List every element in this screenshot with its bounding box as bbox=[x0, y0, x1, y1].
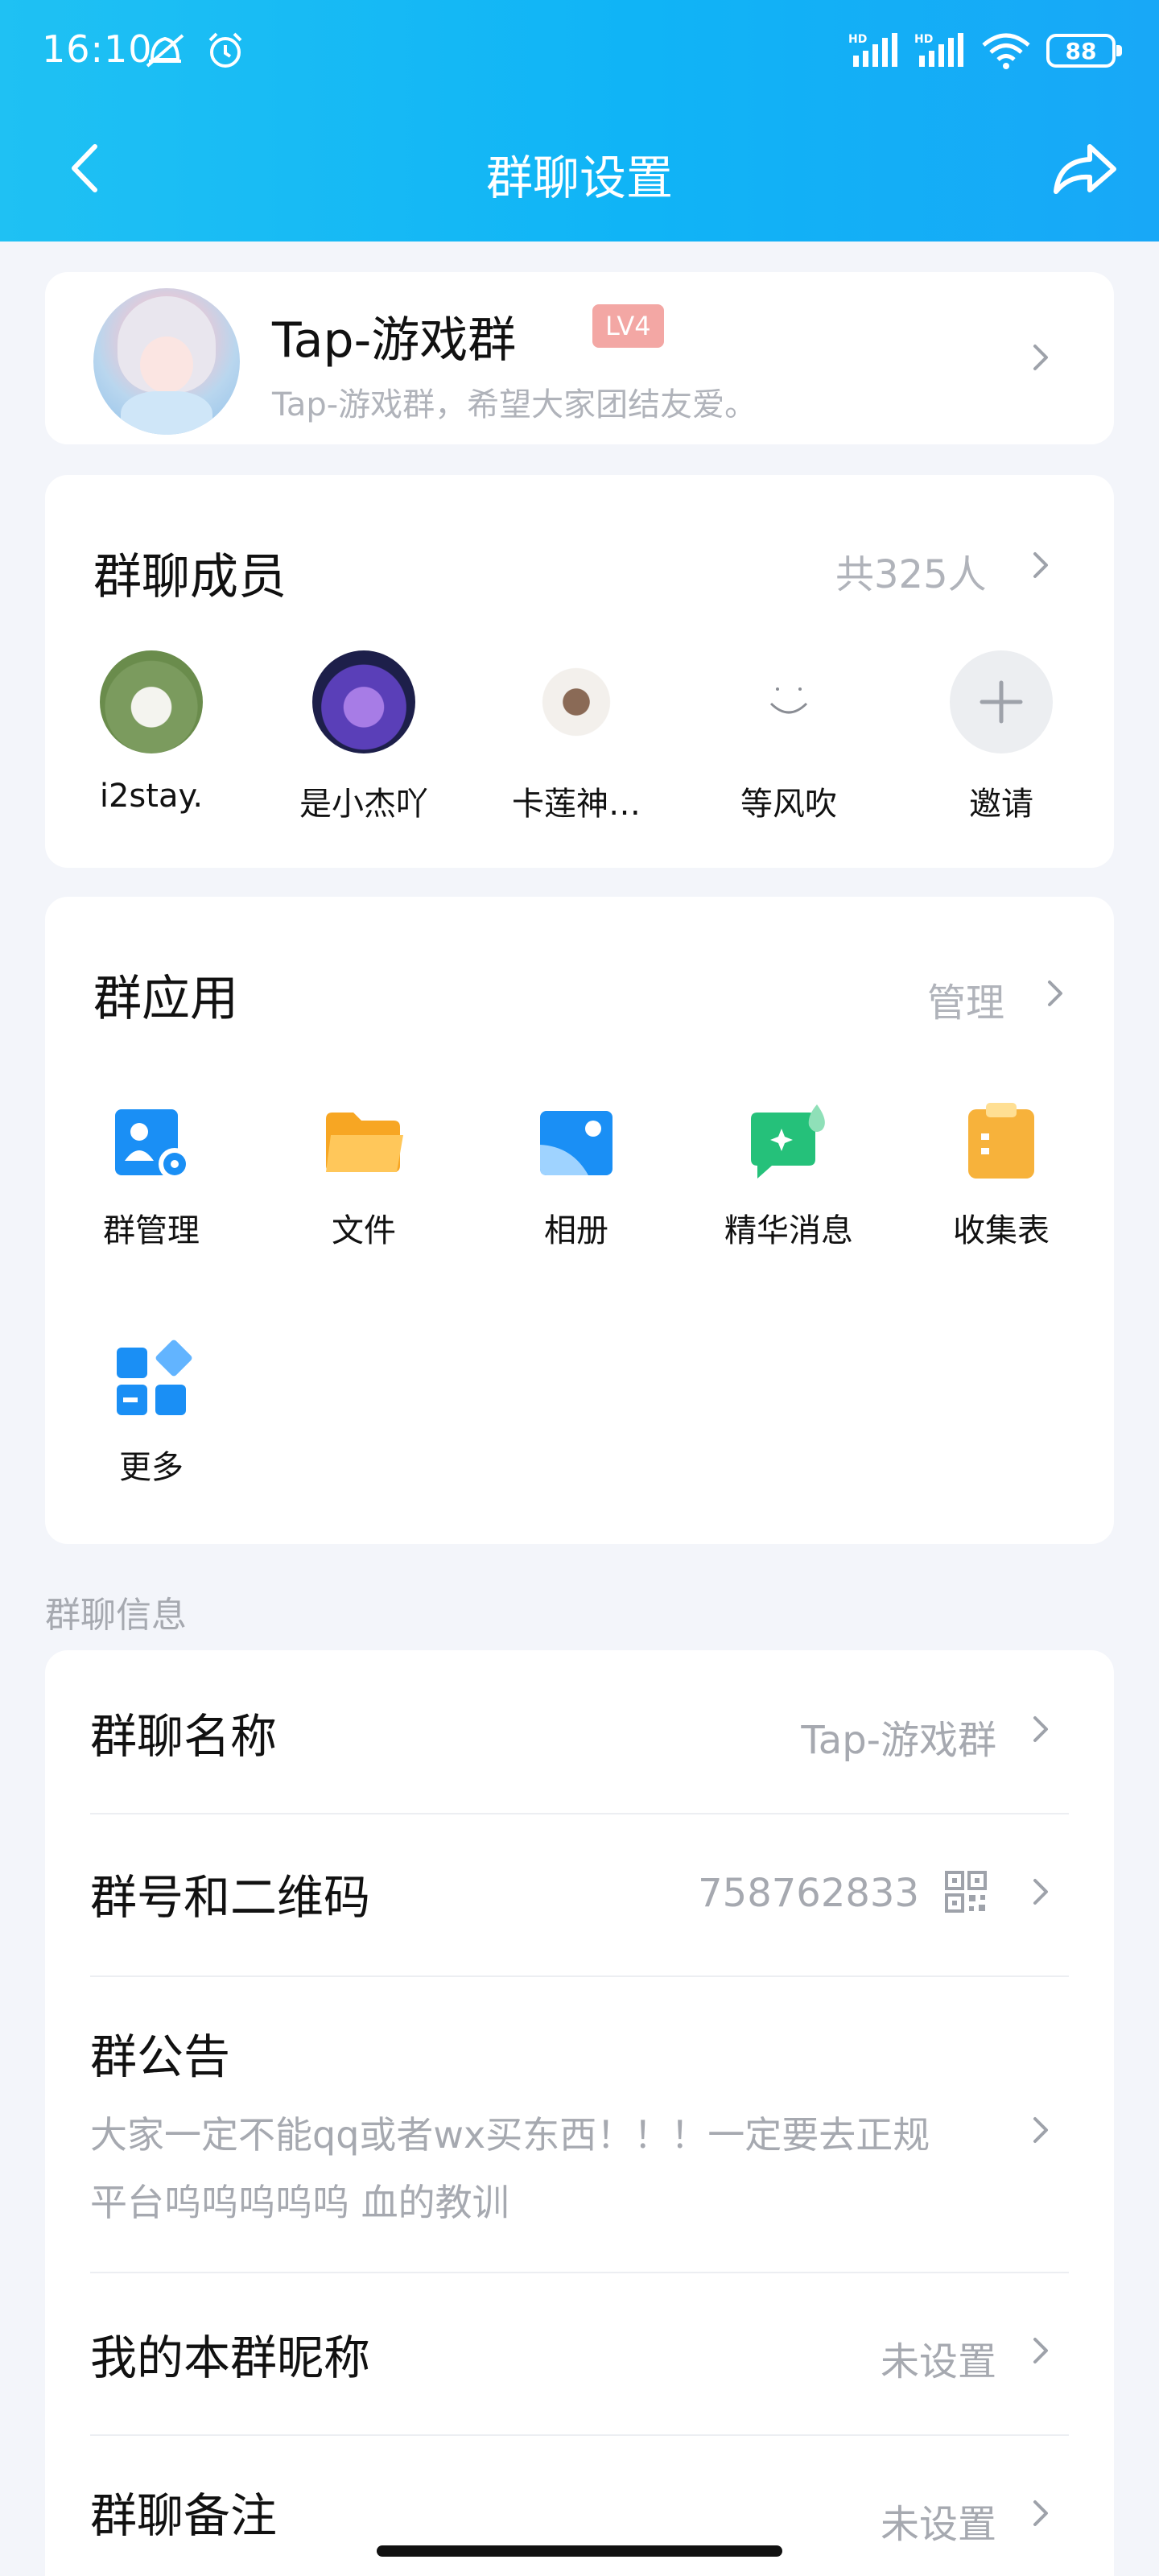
group-info-section-label: 群聊信息 bbox=[45, 1595, 187, 1636]
group-info-card: 群聊名称 Tap-游戏群 群号和二维码 758762833 群公告 大家一定不能… bbox=[45, 1650, 1114, 2576]
group-description: Tap-游戏群，希望大家团结友爱。 bbox=[272, 386, 757, 423]
apps-title: 群应用 bbox=[93, 971, 238, 1027]
group-level-badge: LV4 bbox=[592, 304, 664, 348]
header: 16:10 HD HD 88 群聊设置 bbox=[0, 0, 1159, 242]
qr-code-icon[interactable] bbox=[943, 1869, 988, 1914]
alarm-icon bbox=[208, 32, 242, 68]
more-grid-icon bbox=[117, 1340, 192, 1415]
member-avatar bbox=[737, 650, 840, 753]
member-name: 是小杰吖 bbox=[299, 786, 428, 823]
app-collection-form[interactable]: 收集表 bbox=[921, 1098, 1082, 1251]
battery-level: 88 bbox=[1065, 37, 1097, 64]
app-label: 文件 bbox=[332, 1212, 396, 1249]
group-name-value: Tap-游戏群 bbox=[801, 1718, 996, 1763]
chevron-right-icon bbox=[1033, 1716, 1048, 1742]
folder-icon bbox=[326, 1113, 403, 1172]
announcement-line-2: 平台呜呜呜呜呜 血的教训 bbox=[90, 2181, 509, 2224]
page-title: 群聊设置 bbox=[485, 151, 673, 205]
manage-apps-link[interactable]: 管理 bbox=[927, 971, 1004, 1027]
signal-hd-icon: HD bbox=[848, 33, 897, 67]
member-name: 等风吹 bbox=[740, 786, 837, 823]
member-avatar bbox=[100, 650, 203, 753]
member-item[interactable]: 是小杰吖 bbox=[283, 650, 444, 824]
battery-indicator: 88 bbox=[1046, 34, 1122, 68]
chevron-right-icon[interactable] bbox=[1043, 977, 1067, 1009]
wifi-icon bbox=[982, 33, 1030, 69]
my-nickname-row[interactable]: 我的本群昵称 未设置 bbox=[90, 2273, 1069, 2434]
group-profile-card[interactable]: Tap-游戏群 LV4 Tap-游戏群，希望大家团结友爱。 bbox=[45, 272, 1114, 444]
plus-icon bbox=[950, 650, 1053, 753]
members-card: 群聊成员 共325人 i2stay. 是小杰吖 卡莲神… 等风吹 邀请 bbox=[45, 475, 1114, 868]
app-more[interactable]: 更多 bbox=[71, 1335, 232, 1488]
album-icon bbox=[540, 1111, 612, 1175]
app-label: 收集表 bbox=[953, 1212, 1050, 1249]
clipboard-icon bbox=[968, 1103, 1034, 1179]
app-label: 精华消息 bbox=[724, 1212, 853, 1249]
group-name-label: 群聊名称 bbox=[90, 1709, 278, 1764]
member-item[interactable]: 等风吹 bbox=[708, 650, 869, 824]
app-group-manage[interactable]: 群管理 bbox=[71, 1098, 232, 1251]
group-number-value: 758762833 bbox=[698, 1871, 919, 1916]
group-number-row[interactable]: 群号和二维码 758762833 bbox=[90, 1814, 1069, 1975]
app-album[interactable]: 相册 bbox=[496, 1098, 657, 1251]
app-label: 更多 bbox=[119, 1449, 184, 1486]
member-name: 卡莲神… bbox=[512, 786, 641, 823]
remark-value: 未设置 bbox=[880, 2502, 996, 2547]
group-avatar bbox=[93, 288, 240, 435]
home-indicator[interactable] bbox=[377, 2545, 782, 2557]
invite-member-button[interactable]: 邀请 bbox=[921, 650, 1082, 824]
group-apps-card: 群应用 管理 群管理 文件 相册 精华消息 收集表 更多 bbox=[45, 897, 1114, 1544]
announcement-label: 群公告 bbox=[90, 2029, 231, 2084]
group-number-label: 群号和二维码 bbox=[90, 1870, 371, 1925]
group-manage-icon bbox=[115, 1109, 191, 1180]
svg-text:HD: HD bbox=[914, 33, 933, 46]
chevron-right-icon bbox=[1033, 2500, 1048, 2526]
group-announcement-row[interactable]: 群公告 大家一定不能qq或者wx买东西！！！一定要去正规 平台呜呜呜呜呜 血的教… bbox=[90, 1977, 1069, 2272]
member-item[interactable]: i2stay. bbox=[71, 650, 232, 815]
status-left-icons bbox=[141, 29, 247, 72]
member-item[interactable]: 卡莲神… bbox=[496, 650, 657, 824]
share-icon[interactable] bbox=[1048, 137, 1120, 201]
app-files[interactable]: 文件 bbox=[283, 1098, 444, 1251]
announcement-line-1: 大家一定不能qq或者wx买东西！！！一定要去正规 bbox=[90, 2113, 930, 2157]
group-name: Tap-游戏群 bbox=[272, 312, 517, 369]
member-count[interactable]: 共325人 bbox=[835, 543, 987, 599]
app-essence-messages[interactable]: 精华消息 bbox=[708, 1098, 869, 1251]
chevron-right-icon[interactable] bbox=[1029, 549, 1053, 581]
remark-label: 群聊备注 bbox=[90, 2488, 278, 2543]
svg-text:HD: HD bbox=[848, 33, 867, 46]
app-label: 相册 bbox=[544, 1212, 608, 1249]
invite-label: 邀请 bbox=[969, 786, 1033, 823]
member-avatar bbox=[525, 650, 628, 753]
member-name: i2stay. bbox=[99, 778, 204, 815]
nickname-label: 我的本群昵称 bbox=[90, 2330, 371, 2385]
members-title: 群聊成员 bbox=[93, 549, 287, 605]
chevron-right-icon bbox=[1033, 1879, 1048, 1905]
nickname-value: 未设置 bbox=[880, 2339, 996, 2384]
group-name-row[interactable]: 群聊名称 Tap-游戏群 bbox=[90, 1650, 1069, 1813]
nav-bar: 群聊设置 bbox=[0, 121, 1159, 217]
signal-hd-icon: HD bbox=[914, 33, 963, 67]
member-avatar bbox=[312, 650, 415, 753]
chevron-right-icon bbox=[1033, 2338, 1048, 2363]
status-bar: 16:10 HD HD 88 bbox=[0, 0, 1159, 103]
app-label: 群管理 bbox=[103, 1212, 200, 1249]
chevron-right-icon bbox=[1033, 345, 1048, 370]
mute-alarm-icon bbox=[146, 34, 184, 68]
essence-message-icon bbox=[751, 1104, 825, 1179]
chevron-right-icon bbox=[1033, 2117, 1048, 2143]
status-right: HD HD 88 bbox=[848, 31, 1122, 71]
status-time: 16:10 bbox=[42, 27, 153, 71]
